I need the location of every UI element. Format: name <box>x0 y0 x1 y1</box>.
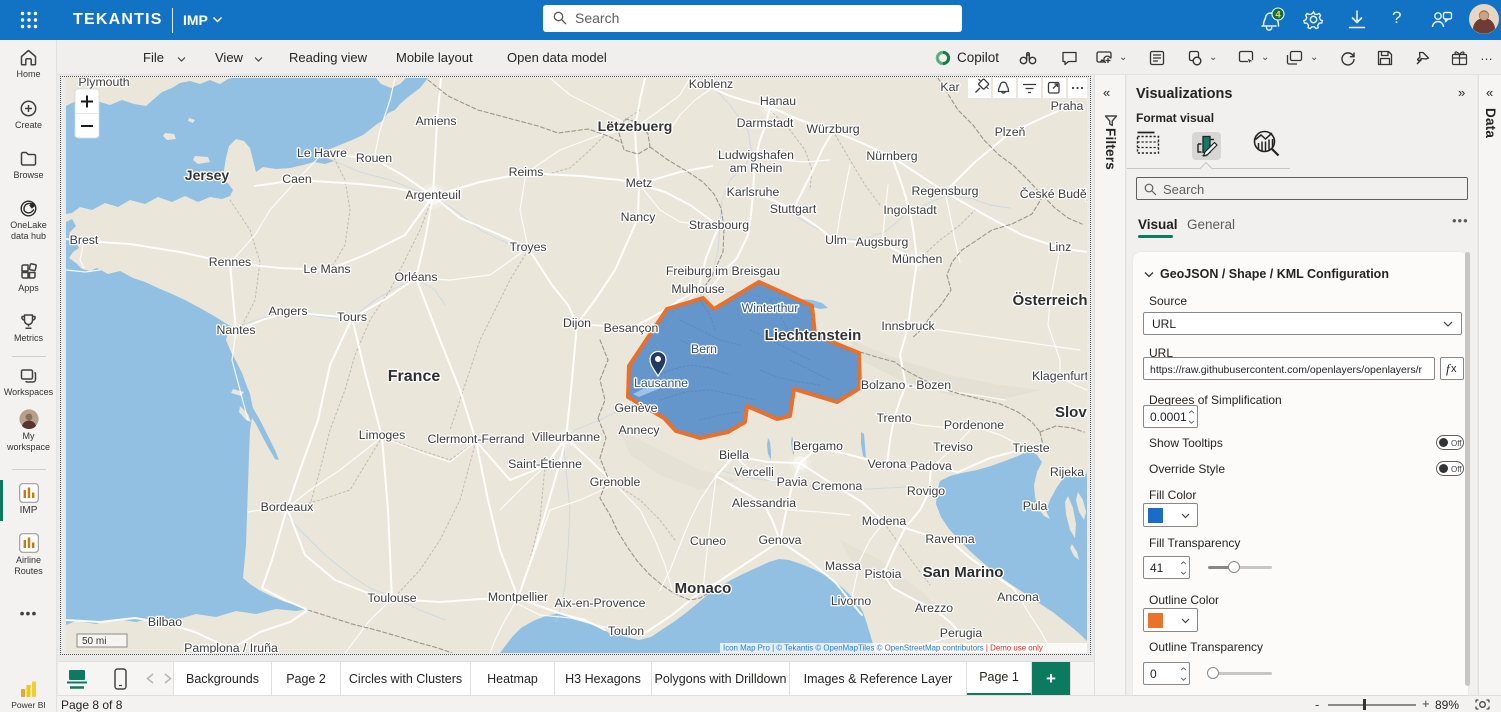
svg-text:4: 4 <box>1275 9 1281 20</box>
